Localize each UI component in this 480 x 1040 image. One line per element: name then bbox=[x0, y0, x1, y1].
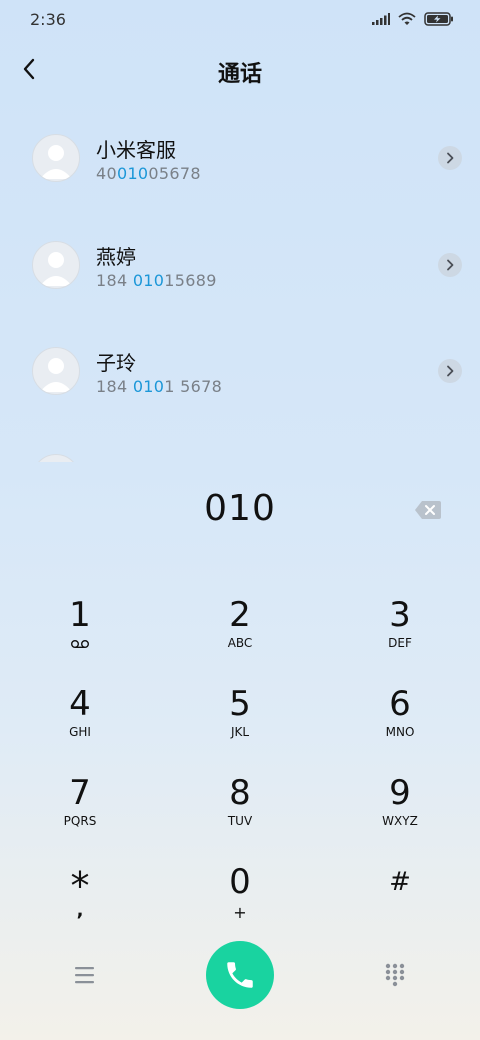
match-highlight: 010 bbox=[132, 377, 165, 396]
key-hash[interactable]: # bbox=[340, 863, 460, 943]
call-button[interactable] bbox=[206, 941, 274, 1009]
dial-display: 010 bbox=[0, 488, 480, 538]
contact-name: 小米客服 bbox=[96, 138, 176, 162]
contact-number: 184 01015689 bbox=[96, 271, 217, 290]
status-icons bbox=[372, 12, 454, 26]
wifi-icon bbox=[398, 12, 416, 25]
dialed-number: 010 bbox=[204, 488, 276, 529]
key-2[interactable]: 2 ABC bbox=[180, 596, 300, 676]
chevron-right-icon bbox=[447, 365, 454, 377]
status-time: 2:36 bbox=[30, 10, 66, 29]
key-5[interactable]: 5 JKL bbox=[180, 685, 300, 765]
menu-icon bbox=[75, 967, 94, 984]
contact-name: 燕婷 bbox=[96, 245, 136, 269]
match-highlight: 010 bbox=[116, 164, 149, 183]
contact-item[interactable]: 小米客服 4001005678 bbox=[0, 110, 480, 210]
contact-number: 4001005678 bbox=[96, 164, 201, 183]
voicemail-icon bbox=[71, 640, 89, 649]
key-4[interactable]: 4 GHI bbox=[20, 685, 140, 765]
avatar bbox=[32, 241, 80, 289]
contact-detail-button[interactable] bbox=[438, 359, 462, 383]
backspace-button[interactable] bbox=[414, 500, 442, 520]
key-6[interactable]: 6 MNO bbox=[340, 685, 460, 765]
key-1[interactable]: 1 bbox=[20, 596, 140, 676]
contact-results-list: 小米客服 4001005678 燕婷 184 01015689 子玲 184 0… bbox=[0, 110, 480, 462]
page-title: 通话 bbox=[217, 62, 262, 87]
contact-detail-button[interactable] bbox=[438, 146, 462, 170]
chevron-right-icon bbox=[447, 259, 454, 271]
signal-icon bbox=[372, 13, 390, 25]
phone-icon bbox=[227, 962, 253, 988]
keypad-toggle-button[interactable] bbox=[384, 962, 406, 988]
avatar bbox=[32, 454, 80, 462]
contact-detail-button[interactable] bbox=[438, 253, 462, 277]
contact-number: 184 0101 5678 bbox=[96, 377, 223, 396]
contact-item[interactable]: 子玲 184 0101 5678 bbox=[0, 323, 480, 423]
header: 通话 bbox=[0, 48, 480, 92]
key-9[interactable]: 9 WXYZ bbox=[340, 774, 460, 854]
keypad-grid-icon bbox=[385, 963, 405, 987]
chevron-right-icon bbox=[447, 152, 454, 164]
menu-button[interactable] bbox=[70, 962, 100, 988]
battery-charging-icon bbox=[424, 12, 453, 26]
contact-item-partial[interactable] bbox=[0, 430, 480, 462]
status-bar: 2:36 bbox=[0, 0, 480, 40]
contact-item[interactable]: 燕婷 184 01015689 bbox=[0, 217, 480, 317]
key-3[interactable]: 3 DEF bbox=[340, 596, 460, 676]
contact-name: 子玲 bbox=[96, 351, 136, 375]
key-star[interactable]: * , bbox=[20, 863, 140, 943]
bottom-action-bar bbox=[0, 940, 480, 1010]
key-0[interactable]: 0 + bbox=[180, 863, 300, 943]
avatar bbox=[32, 134, 80, 182]
key-7[interactable]: 7 PQRS bbox=[20, 774, 140, 854]
match-highlight: 010 bbox=[132, 271, 165, 290]
backspace-icon bbox=[415, 501, 441, 519]
avatar bbox=[32, 347, 80, 395]
key-8[interactable]: 8 TUV bbox=[180, 774, 300, 854]
